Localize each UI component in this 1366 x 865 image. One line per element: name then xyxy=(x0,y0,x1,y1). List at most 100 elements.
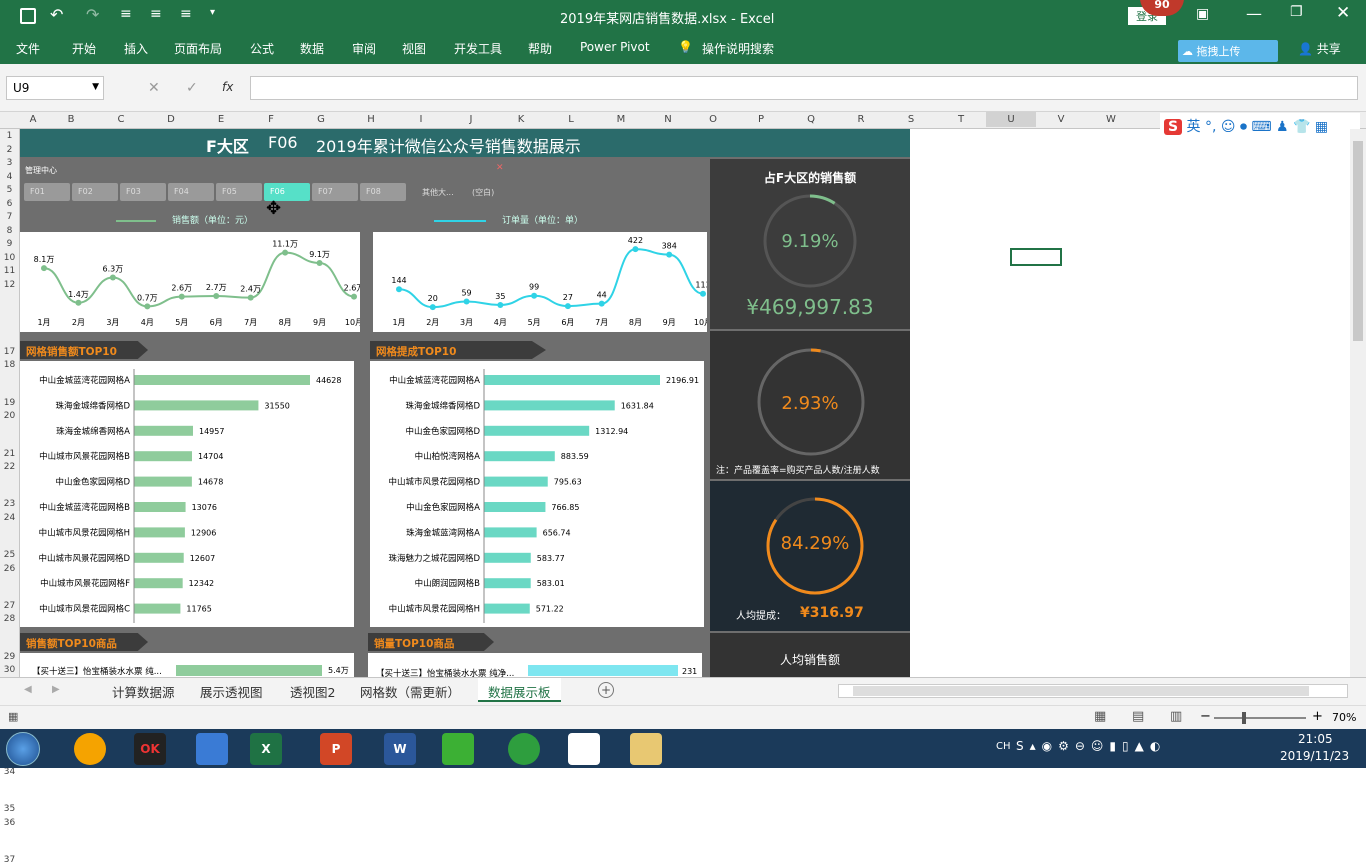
customize-qat-icon[interactable]: ▾ xyxy=(210,7,215,18)
page-layout-view-icon[interactable]: ▤ xyxy=(1132,709,1144,724)
column-header[interactable]: M xyxy=(596,114,646,125)
column-header[interactable]: E xyxy=(196,114,246,125)
row-header[interactable]: 8 xyxy=(0,226,19,236)
tab-review[interactable]: 审阅 xyxy=(352,40,376,57)
tray-icons[interactable]: S▴◉⚙⊖☺▮▯▲◐ xyxy=(1016,739,1166,753)
row-header[interactable]: 28 xyxy=(0,614,19,624)
column-header[interactable]: F xyxy=(246,114,296,125)
tab-page-layout[interactable]: 页面布局 xyxy=(174,40,222,57)
prev-sheet-icon[interactable]: ◀ xyxy=(24,684,32,695)
slicer-button[interactable]: F02 xyxy=(72,183,118,201)
name-box[interactable]: U9 ▼ xyxy=(6,76,104,100)
sheet-tab[interactable]: 透视图2 xyxy=(290,682,335,701)
column-header[interactable]: S xyxy=(886,114,936,125)
slicer-button[interactable]: F03 xyxy=(120,183,166,201)
scroll-thumb[interactable] xyxy=(1353,141,1363,341)
row-header[interactable]: 36 xyxy=(0,818,19,828)
column-header[interactable]: R xyxy=(836,114,886,125)
insert-function-icon[interactable]: fx xyxy=(222,80,233,94)
normal-view-icon[interactable]: ▦ xyxy=(1094,709,1106,724)
row-header[interactable]: 17 xyxy=(0,347,19,357)
row-header[interactable]: 1 xyxy=(0,131,19,141)
row-header[interactable]: 24 xyxy=(0,513,19,523)
column-header[interactable]: G xyxy=(296,114,346,125)
column-header[interactable]: U xyxy=(986,112,1036,127)
column-header[interactable]: I xyxy=(396,114,446,125)
horizontal-scrollbar[interactable] xyxy=(838,684,1348,698)
column-header[interactable]: Q xyxy=(786,114,836,125)
scroll-thumb[interactable] xyxy=(853,686,1309,696)
column-header[interactable]: C xyxy=(96,114,146,125)
column-header[interactable]: J xyxy=(446,114,496,125)
row-header[interactable]: 19 xyxy=(0,398,19,408)
macro-record-icon[interactable]: ▦ xyxy=(8,710,18,723)
slicer-button[interactable]: F08 xyxy=(360,183,406,201)
row-header[interactable]: 3 xyxy=(0,158,19,168)
column-header[interactable]: B xyxy=(46,114,96,125)
slicer-button[interactable]: F01 xyxy=(24,183,70,201)
zoom-level[interactable]: 70% xyxy=(1332,711,1356,724)
slicer-button[interactable]: F04 xyxy=(168,183,214,201)
word-icon[interactable]: W xyxy=(384,733,416,765)
row-header[interactable]: 2 xyxy=(0,145,19,155)
undo-icon[interactable]: ↶ xyxy=(50,5,63,24)
next-sheet-icon[interactable]: ▶ xyxy=(52,684,60,695)
row-header[interactable]: 27 xyxy=(0,601,19,611)
row-header[interactable]: 35 xyxy=(0,804,19,814)
folder-icon[interactable] xyxy=(630,733,662,765)
row-header[interactable]: 11 xyxy=(0,266,19,276)
redo-icon[interactable]: ↷ xyxy=(86,5,99,24)
column-header[interactable]: T xyxy=(936,114,986,125)
clock-date[interactable]: 2019/11/23 xyxy=(1280,749,1349,763)
clock-time[interactable]: 21:05 xyxy=(1298,732,1333,746)
tab-formulas[interactable]: 公式 xyxy=(250,40,274,57)
row-header[interactable]: 20 xyxy=(0,411,19,421)
column-header[interactable]: O xyxy=(690,114,736,125)
column-header[interactable]: D xyxy=(146,114,196,125)
app-feishu-icon[interactable] xyxy=(196,733,228,765)
zoom-in-icon[interactable]: + xyxy=(1312,709,1323,724)
enter-icon[interactable]: ✓ xyxy=(186,80,198,96)
wechat-icon[interactable] xyxy=(442,733,474,765)
row-header[interactable]: 23 xyxy=(0,499,19,509)
browser-icon[interactable] xyxy=(508,733,540,765)
row-header[interactable]: 21 xyxy=(0,449,19,459)
row-header[interactable]: 7 xyxy=(0,212,19,222)
slicer-clear-icon[interactable]: ✕ xyxy=(496,163,504,173)
minimize-icon[interactable]: — xyxy=(1246,4,1262,23)
slicer-button[interactable]: 其他大... xyxy=(416,183,464,201)
add-sheet-icon[interactable]: + xyxy=(598,682,614,698)
column-header[interactable]: H xyxy=(346,114,396,125)
slicer-button[interactable]: F05 xyxy=(216,183,262,201)
align-center-icon[interactable]: ≡ xyxy=(150,6,162,22)
upload-button[interactable]: ☁ 拖拽上传 xyxy=(1178,40,1278,62)
row-header[interactable]: 25 xyxy=(0,550,19,560)
zoom-thumb[interactable] xyxy=(1242,712,1246,724)
column-header[interactable]: V xyxy=(1036,114,1086,125)
column-header[interactable]: W xyxy=(1086,114,1136,125)
sheet-tab[interactable]: 网格数（需更新） xyxy=(360,682,460,701)
row-header[interactable]: 12 xyxy=(0,280,19,290)
ime-indicator[interactable]: CH xyxy=(996,741,1011,752)
column-header[interactable]: K xyxy=(496,114,546,125)
row-header[interactable]: 30 xyxy=(0,665,19,675)
excel-icon[interactable]: X xyxy=(250,733,282,765)
tab-file[interactable]: 文件 xyxy=(16,40,40,57)
row-header[interactable]: 34 xyxy=(0,767,19,777)
sogou-icon[interactable]: S xyxy=(1164,119,1183,135)
row-header[interactable]: 4 xyxy=(0,172,19,182)
row-header[interactable]: 37 xyxy=(0,855,19,865)
sheet-tab-active[interactable]: 数据展示板 xyxy=(478,678,561,702)
page-break-view-icon[interactable]: ▥ xyxy=(1170,709,1182,724)
tab-data[interactable]: 数据 xyxy=(300,40,324,57)
tab-developer[interactable]: 开发工具 xyxy=(454,40,502,57)
column-header[interactable]: P xyxy=(736,114,786,125)
slicer-button[interactable]: F07 xyxy=(312,183,358,201)
row-header[interactable]: 22 xyxy=(0,462,19,472)
grid-area[interactable] xyxy=(910,129,1350,677)
zoom-slider[interactable] xyxy=(1214,712,1306,724)
chevron-down-icon[interactable]: ▼ xyxy=(92,82,99,92)
align-left-icon[interactable]: ≡ xyxy=(120,6,132,22)
column-header[interactable]: L xyxy=(546,114,596,125)
tab-view[interactable]: 视图 xyxy=(402,40,426,57)
